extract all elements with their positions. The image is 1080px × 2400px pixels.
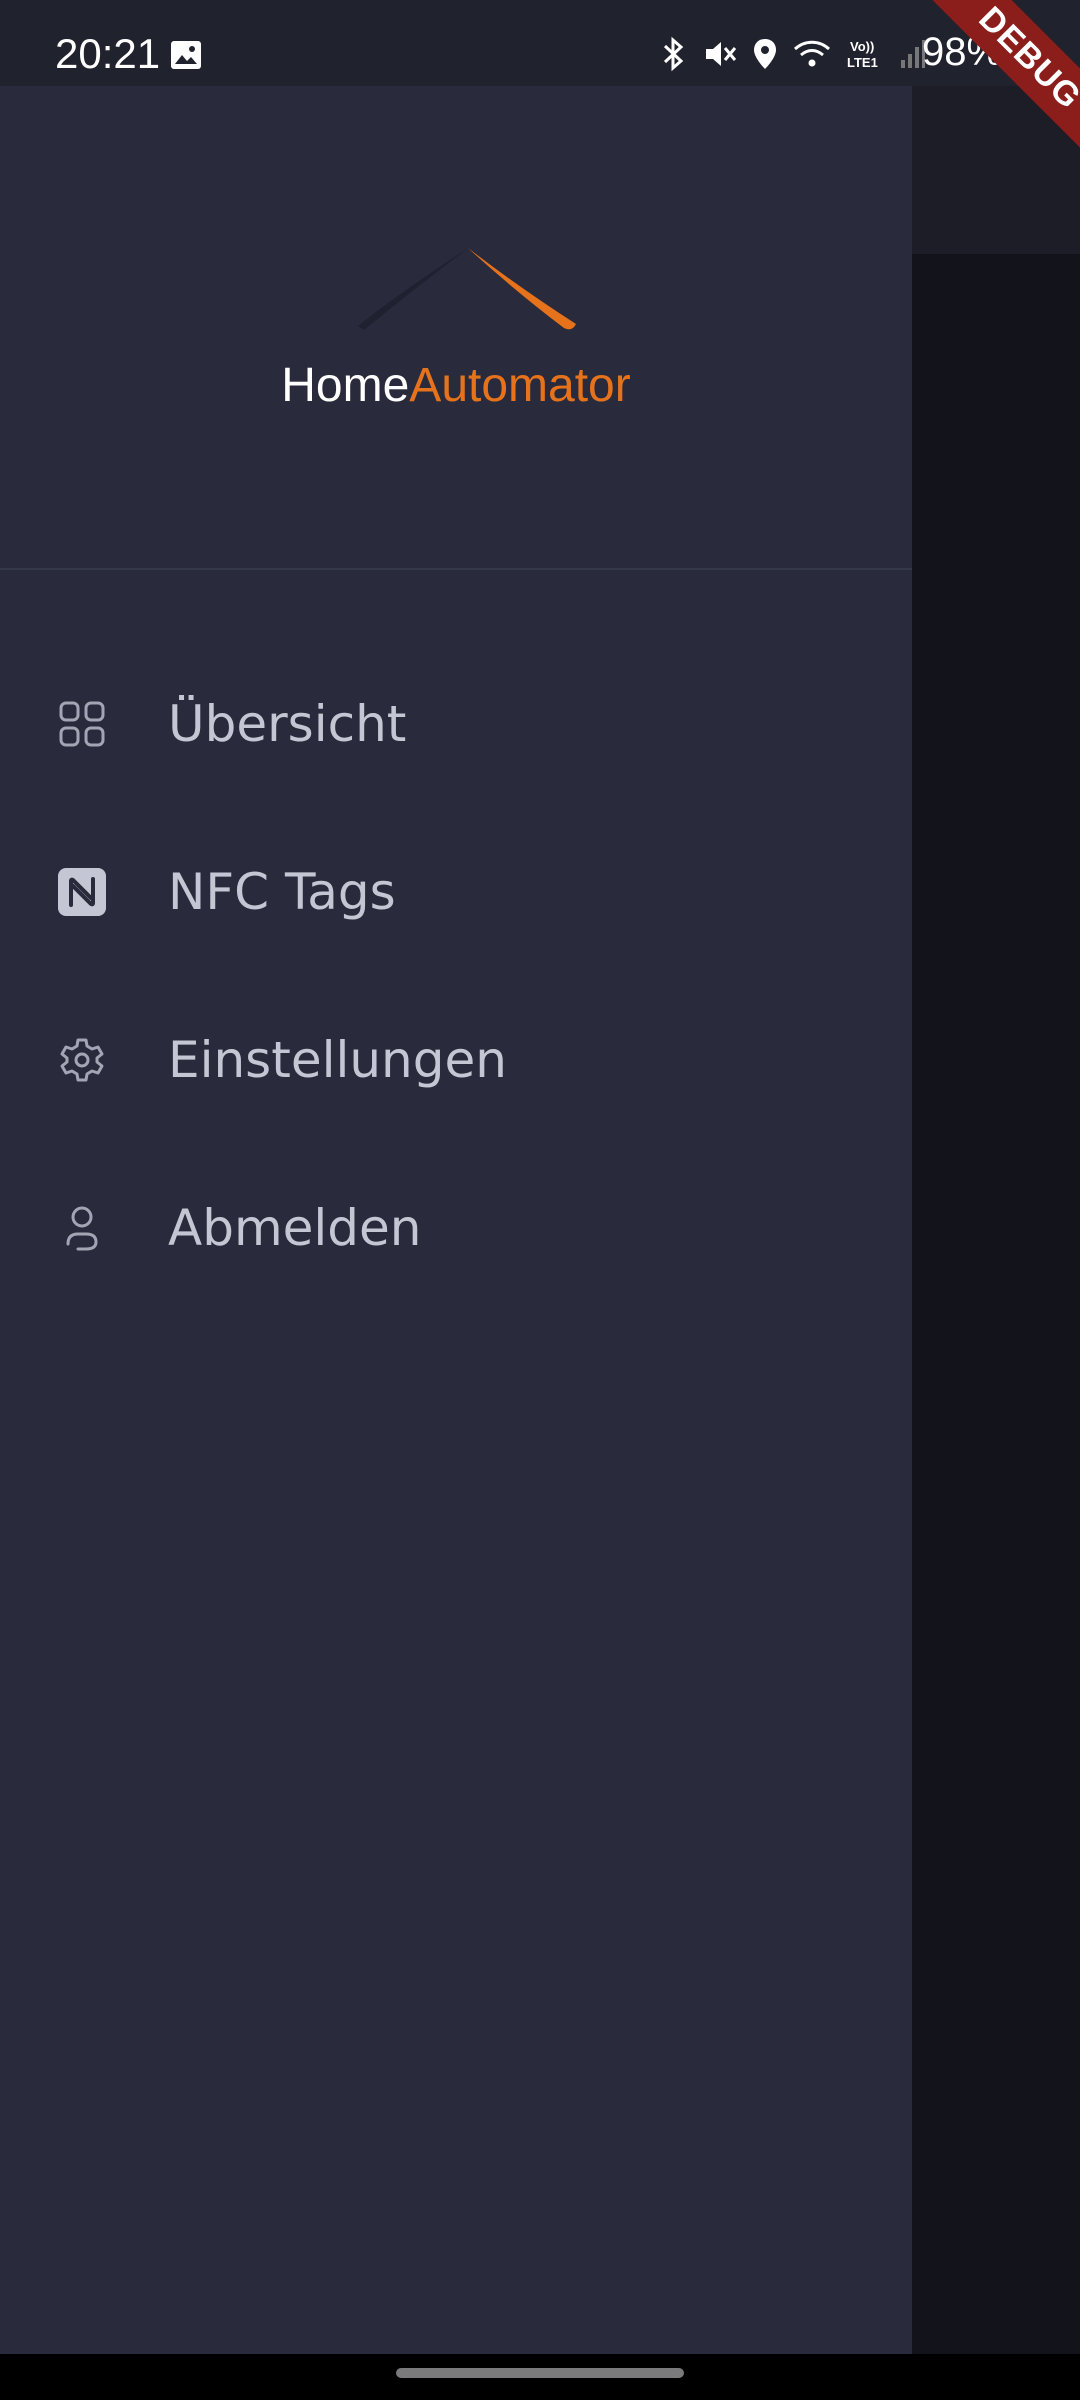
volte-icon: Vo)) LTE1 [846,37,886,76]
menu-label: NFC Tags [168,863,396,921]
navigation-drawer: HomeAutomator Übersicht NFC Tags Einstel… [0,86,912,2354]
system-nav-bar [0,2354,1080,2400]
roof-logo-icon [350,226,580,341]
app-title: HomeAutomator [0,358,912,413]
nfc-icon [56,866,108,918]
location-icon [752,37,778,76]
bluetooth-icon [660,36,688,77]
menu-label: Abmelden [168,1199,422,1257]
gear-icon [56,1034,108,1086]
app-title-home: Home [281,359,410,412]
status-time: 20:21 [55,30,161,77]
app-title-automator: Automator [409,359,631,412]
home-gesture-handle[interactable] [396,2368,684,2378]
drawer-header: HomeAutomator [0,86,912,570]
menu-item-abmelden[interactable]: Abmelden [0,1144,912,1312]
dashboard-grid-icon [56,698,108,750]
user-logout-icon [56,1202,108,1254]
svg-text:LTE1: LTE1 [847,55,878,70]
menu-item-nfc-tags[interactable]: NFC Tags [0,808,912,976]
drawer-menu: Übersicht NFC Tags Einstellungen Abmelde… [0,570,912,1312]
menu-item-einstellungen[interactable]: Einstellungen [0,976,912,1144]
menu-item-uebersicht[interactable]: Übersicht [0,640,912,808]
status-bar: 20:21 Vo)) LTE1 98% [0,0,1080,86]
image-icon [170,40,202,75]
menu-label: Übersicht [168,695,407,753]
wifi-icon [792,38,832,75]
svg-text:Vo)): Vo)) [850,39,874,54]
mute-icon [702,36,738,77]
menu-label: Einstellungen [168,1031,507,1089]
